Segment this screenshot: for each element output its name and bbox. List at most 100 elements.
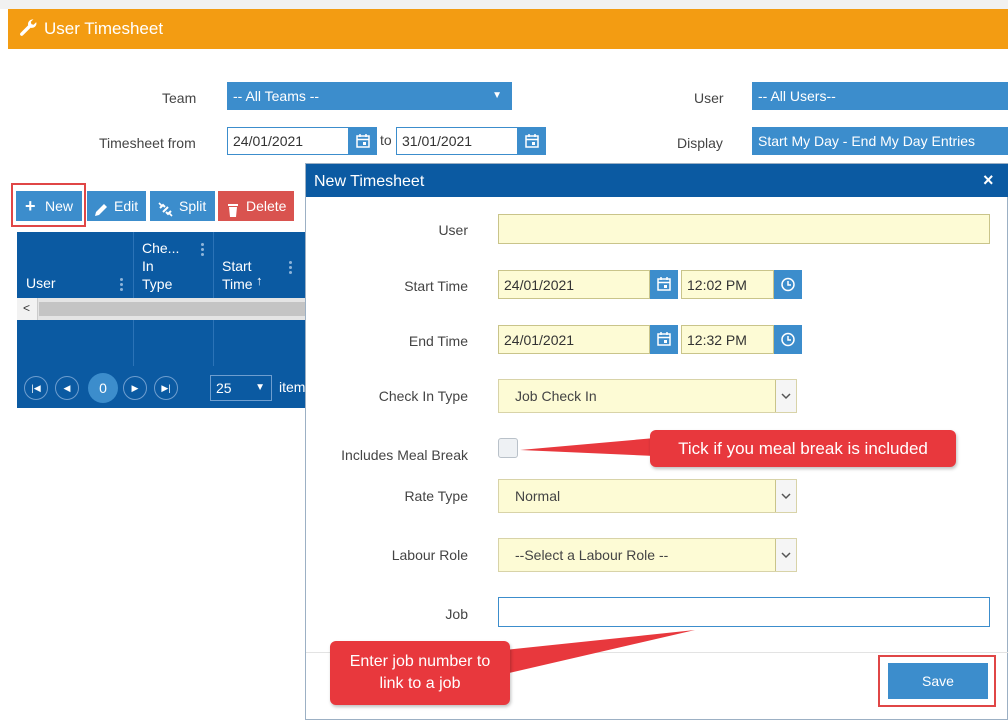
column-label-start-1: Start — [222, 258, 252, 274]
rate-type-label: Rate Type — [404, 488, 468, 504]
clock-icon[interactable] — [774, 270, 802, 299]
column-label-checkin-2: In — [142, 258, 154, 274]
chevron-down-icon: ▼ — [255, 382, 265, 393]
calendar-icon[interactable] — [349, 127, 377, 155]
column-menu-icon[interactable] — [120, 278, 123, 293]
column-label-start-2: Time — [222, 276, 253, 292]
display-label: Display — [677, 135, 723, 151]
start-time-input[interactable]: 12:02 PM — [681, 270, 774, 299]
start-date-input[interactable]: 24/01/2021 — [498, 270, 650, 299]
column-label-checkin-3: Type — [142, 276, 173, 292]
grid-pager: |◀ ◀ 0 ▶ ▶| 25 ▼ item — [17, 366, 307, 408]
team-label: Team — [162, 90, 197, 106]
timesheet-from-label: Timesheet from — [99, 135, 196, 151]
rate-type-value: Normal — [515, 488, 561, 504]
to-label: to — [380, 132, 392, 148]
labour-role-select[interactable]: --Select a Labour Role -- — [498, 538, 797, 572]
column-divider — [133, 320, 134, 366]
meal-break-label: Includes Meal Break — [341, 447, 468, 463]
callout-pointer — [505, 630, 695, 674]
labour-role-value: --Select a Labour Role -- — [515, 547, 669, 563]
delete-button-label: Delete — [246, 198, 287, 214]
scrollbar-thumb[interactable] — [39, 302, 307, 316]
display-select-value: Start My Day - End My Day Entries — [758, 133, 976, 149]
delete-button[interactable]: Delete — [218, 191, 294, 221]
job-callout-line2: link to a job — [379, 675, 461, 692]
page-title: User Timesheet — [44, 19, 164, 38]
team-select[interactable]: -- All Teams -- ▼ — [227, 82, 512, 110]
end-time-label: End Time — [408, 333, 468, 349]
grid-horizontal-scrollbar[interactable]: < — [17, 298, 307, 320]
end-time-input[interactable]: 12:32 PM — [681, 325, 774, 354]
callout-pointer — [520, 438, 655, 456]
user-filter-value: -- All Users-- — [758, 88, 836, 104]
chevron-left-icon: < — [23, 301, 31, 315]
page-header: User Timesheet — [8, 9, 1008, 49]
column-label-user: User — [26, 275, 56, 291]
job-callout-line1: Enter job number to — [349, 653, 491, 670]
chevron-down-icon — [775, 539, 796, 571]
new-button-label: New — [45, 198, 74, 214]
job-input[interactable] — [498, 597, 990, 627]
split-button-label: Split — [179, 198, 207, 214]
new-button[interactable]: + New — [16, 191, 82, 221]
chevron-down-icon — [775, 480, 796, 512]
rate-type-select[interactable]: Normal — [498, 479, 797, 513]
unlink-icon — [157, 198, 174, 228]
trash-icon — [225, 198, 241, 228]
last-page-icon[interactable]: ▶| — [154, 376, 178, 400]
end-date-input[interactable]: 24/01/2021 — [498, 325, 650, 354]
column-header-start-time[interactable]: Start Time ↑ — [214, 232, 307, 298]
checkin-type-label: Check In Type — [378, 388, 468, 404]
column-header-user[interactable]: User — [17, 232, 134, 298]
page: User Timesheet Team -- All Teams -- ▼ Us… — [0, 0, 1008, 720]
next-page-icon[interactable]: ▶ — [123, 376, 147, 400]
meal-break-callout: Tick if you meal break is included — [650, 430, 956, 467]
page-size-value: 25 — [216, 380, 232, 396]
checkin-type-value: Job Check In — [515, 388, 597, 404]
user-label: User — [438, 222, 468, 238]
start-time-label: Start Time — [404, 278, 468, 294]
current-page-button[interactable]: 0 — [88, 373, 118, 403]
table-row[interactable] — [17, 320, 307, 366]
edit-button[interactable]: Edit — [87, 191, 146, 221]
checkin-type-select[interactable]: Job Check In — [498, 379, 797, 413]
wrench-icon — [18, 18, 38, 41]
user-filter-select[interactable]: -- All Users-- — [752, 82, 1008, 110]
job-callout: Enter job number to link to a job — [330, 641, 510, 705]
save-button[interactable]: Save — [888, 663, 988, 699]
calendar-icon[interactable] — [518, 127, 546, 155]
plus-icon: + — [25, 196, 36, 216]
column-menu-icon[interactable] — [289, 261, 292, 276]
column-divider — [213, 320, 214, 366]
close-icon[interactable]: × — [983, 170, 994, 191]
job-label: Job — [445, 606, 468, 622]
scroll-left-button[interactable]: < — [17, 298, 38, 320]
sort-ascending-icon: ↑ — [256, 273, 263, 288]
dialog-title-bar: New Timesheet × — [306, 164, 1008, 197]
column-menu-icon[interactable] — [201, 243, 204, 258]
calendar-icon[interactable] — [650, 325, 678, 354]
clock-icon[interactable] — [774, 325, 802, 354]
edit-button-label: Edit — [114, 198, 139, 214]
user-filter-label: User — [694, 90, 724, 106]
display-select[interactable]: Start My Day - End My Day Entries — [752, 127, 1008, 155]
split-button[interactable]: Split — [150, 191, 215, 221]
chevron-down-icon: ▼ — [492, 90, 502, 101]
pencil-icon — [93, 198, 109, 228]
grid-header: User Che... In Type Start Time ↑ — [17, 232, 307, 298]
page-size-select[interactable]: 25 ▼ — [210, 375, 272, 401]
column-header-checkin-type[interactable]: Che... In Type — [134, 232, 214, 298]
team-select-value: -- All Teams -- — [233, 88, 320, 104]
meal-break-checkbox[interactable] — [498, 438, 518, 458]
first-page-icon[interactable]: |◀ — [24, 376, 48, 400]
from-date-input[interactable]: 24/01/2021 — [227, 127, 349, 155]
labour-role-label: Labour Role — [391, 547, 468, 563]
calendar-icon[interactable] — [650, 270, 678, 299]
chevron-down-icon — [775, 380, 796, 412]
prev-page-icon[interactable]: ◀ — [55, 376, 79, 400]
dialog-title: New Timesheet — [314, 173, 425, 190]
column-label-checkin-1: Che... — [142, 240, 180, 256]
to-date-input[interactable]: 31/01/2021 — [396, 127, 518, 155]
user-field[interactable] — [498, 214, 990, 244]
